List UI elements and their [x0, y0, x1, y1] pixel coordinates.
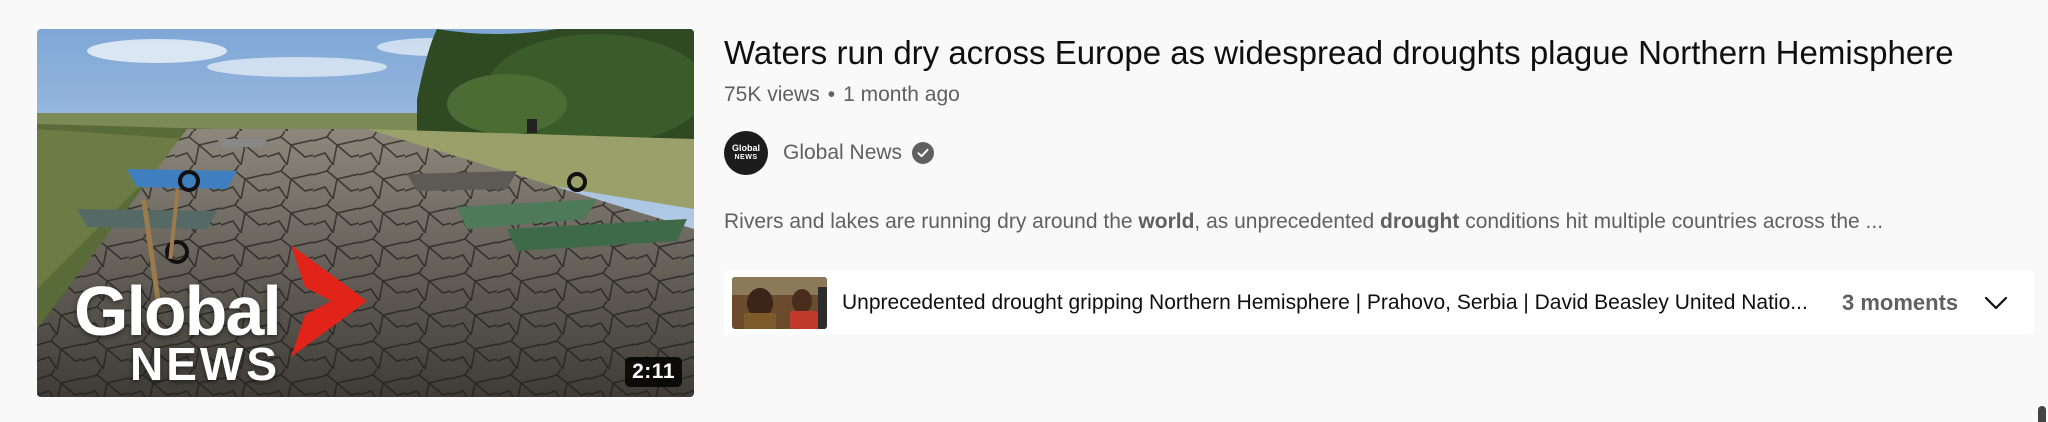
avatar-text-line1: Global [731, 143, 760, 153]
brand-chevron-icon [291, 245, 367, 357]
upload-age: 1 month ago [843, 83, 960, 106]
brand-word: Global [74, 272, 282, 350]
desc-part2: , as unprecedented [1194, 210, 1381, 233]
chapter-thumbnail [732, 277, 827, 329]
video-result[interactable]: Global NEWS 2:11 Waters run dry across E… [37, 29, 2048, 399]
video-thumbnail[interactable]: Global NEWS 2:11 [37, 29, 694, 397]
desc-highlight-world: world [1138, 210, 1195, 233]
chapter-title[interactable]: Unprecedented drought gripping Northern … [842, 291, 1832, 315]
channel-row[interactable]: Global NEWS Global News [724, 131, 2034, 175]
scrollbar-thumb[interactable] [2038, 406, 2046, 422]
view-count: 75K views [724, 83, 820, 106]
channel-avatar[interactable]: Global NEWS [724, 131, 768, 175]
desc-part1: Rivers and lakes are running dry around … [724, 210, 1139, 233]
desc-part3: conditions hit multiple countries across… [1459, 210, 1884, 233]
check-circle-icon [912, 142, 935, 164]
chevron-down-icon[interactable] [1980, 287, 2012, 319]
video-description: Rivers and lakes are running dry around … [724, 207, 2034, 237]
video-info: Waters run dry across Europe as widespre… [724, 29, 2034, 335]
duration-badge: 2:11 [625, 357, 682, 387]
brand-sub: NEWS [130, 338, 280, 390]
video-title[interactable]: Waters run dry across Europe as widespre… [724, 29, 2034, 77]
video-meta: 75K views • 1 month ago [724, 81, 2034, 109]
avatar-text-line2: NEWS [734, 154, 758, 161]
thumbnail-brand-logo: Global NEWS [74, 245, 367, 390]
channel-name[interactable]: Global News [783, 141, 902, 165]
meta-separator: • [827, 83, 836, 106]
chapters-bar[interactable]: Unprecedented drought gripping Northern … [724, 271, 2034, 335]
chapter-moments[interactable]: 3 moments [1842, 290, 1958, 316]
desc-highlight-drought: drought [1380, 210, 1460, 233]
